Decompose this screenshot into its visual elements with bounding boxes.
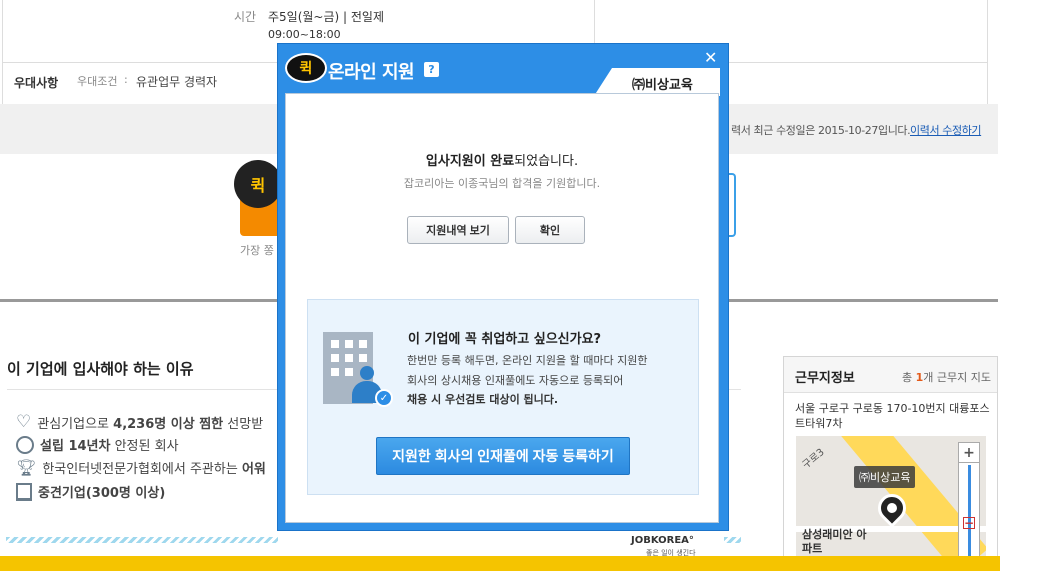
stripe-divider-right xyxy=(724,537,741,543)
promo-title: 이 기업에 꼭 취업하고 싶으신가요? xyxy=(408,332,602,347)
zoom-slider[interactable] xyxy=(968,465,971,563)
location-count: 총 1개 근무지 지도 xyxy=(902,371,991,384)
location-panel-header: 근무지정보 총 1개 근무지 지도 xyxy=(784,357,997,393)
edit-resume-link[interactable]: 이력서 수정하기 xyxy=(910,122,982,138)
check-badge-icon: ✓ xyxy=(375,389,393,407)
edit-notice: 력서 최근 수정일은 2015-10-27입니다. xyxy=(731,124,911,137)
location-title: 근무지정보 xyxy=(795,371,855,386)
quick-badge-icon: 퀵 xyxy=(234,160,282,208)
modal-title: 온라인 지원 xyxy=(328,62,415,83)
reason-item: ♡ 관심기업으로 4,236명 이상 찜한 선망받 xyxy=(16,412,263,432)
map-company-label: ㈜비상교육 xyxy=(854,466,916,488)
reason-text: 한국인터넷전문가협회에서 주관하는 어워 xyxy=(42,462,266,477)
promo-line-1: 한번만 등록 해두면, 온라인 지원을 할 때마다 지원한 xyxy=(407,354,648,367)
company-tab-label: ㈜비상교육 xyxy=(632,78,693,93)
table-border-right xyxy=(987,0,988,104)
hours-label: 시간 xyxy=(234,10,257,24)
reason-text: 중견기업(300명 이상) xyxy=(38,486,166,501)
map-zoom-control[interactable]: + − xyxy=(958,442,980,571)
heart-icon: ♡ xyxy=(16,412,32,432)
quick-sub-text: 가장 쫑 xyxy=(240,244,274,257)
benefit-sub-label: 우대조건 xyxy=(77,75,118,88)
modal-logo-icon: 퀵 xyxy=(285,53,327,83)
benefit-colon: : xyxy=(124,73,128,86)
zoom-in-button[interactable]: + xyxy=(959,443,979,463)
zoom-out-button[interactable]: − xyxy=(963,516,975,530)
hours-value: 주5일(월~금) | 전일제 xyxy=(268,10,385,24)
hours-time: 09:00~18:00 xyxy=(268,28,341,41)
complete-message: 입사지원이 완료되었습니다. xyxy=(425,154,579,169)
reasons-title: 이 기업에 입사해야 하는 이유 xyxy=(7,360,194,378)
location-address: 서울 구로구 구로동 170-10번지 대륭포스트타워7차 xyxy=(795,402,990,430)
location-map[interactable]: 구로3 ㈜비상교육 삼성래미안 아파트 + − xyxy=(796,436,986,571)
promo-line-3: 채용 시 우선검토 대상이 됩니다. xyxy=(407,393,559,406)
bottom-yellow-bar xyxy=(0,556,1000,571)
complete-sub-message: 잡코리아는 이종국님의 합격을 기원합니다. xyxy=(403,177,601,190)
help-icon[interactable]: ? xyxy=(424,62,439,77)
reason-text: 설립 14년차 안정된 회사 xyxy=(40,439,179,454)
building-icon xyxy=(16,482,32,501)
smile-icon xyxy=(16,435,34,454)
location-panel: 근무지정보 총 1개 근무지 지도 서울 구로구 구로동 170-10번지 대륭… xyxy=(783,356,998,571)
reason-item: 🏆︎ 한국인터넷전문가협회에서 주관하는 어워 xyxy=(16,458,266,477)
reason-item: 중견기업(300명 이상) xyxy=(16,482,165,501)
confirm-button[interactable]: 확인 xyxy=(515,216,585,244)
reason-item: 설립 14년차 안정된 회사 xyxy=(16,435,179,454)
reason-text: 관심기업으로 4,236명 이상 찜한 선망받 xyxy=(37,416,264,432)
view-application-history-button[interactable]: 지원내역 보기 xyxy=(407,216,509,244)
promo-line-2: 회사의 상시채용 인재풀에도 자동으로 등록되어 xyxy=(407,374,624,387)
close-icon[interactable]: ✕ xyxy=(704,48,717,67)
stripe-divider-left xyxy=(6,537,278,543)
benefit-label: 우대사항 xyxy=(14,76,59,90)
benefit-value: 유관업무 경력자 xyxy=(136,75,218,89)
jobkorea-logo: JOBKOREA° xyxy=(631,535,694,546)
trophy-icon: 🏆︎ xyxy=(16,458,37,477)
auto-register-talent-pool-button[interactable]: 지원한 회사의 인재풀에 자동 등록하기 xyxy=(376,437,630,475)
map-place-label: 삼성래미안 아파트 xyxy=(802,528,867,555)
table-border-left xyxy=(2,0,3,104)
map-road-label: 구로3 xyxy=(800,446,827,472)
